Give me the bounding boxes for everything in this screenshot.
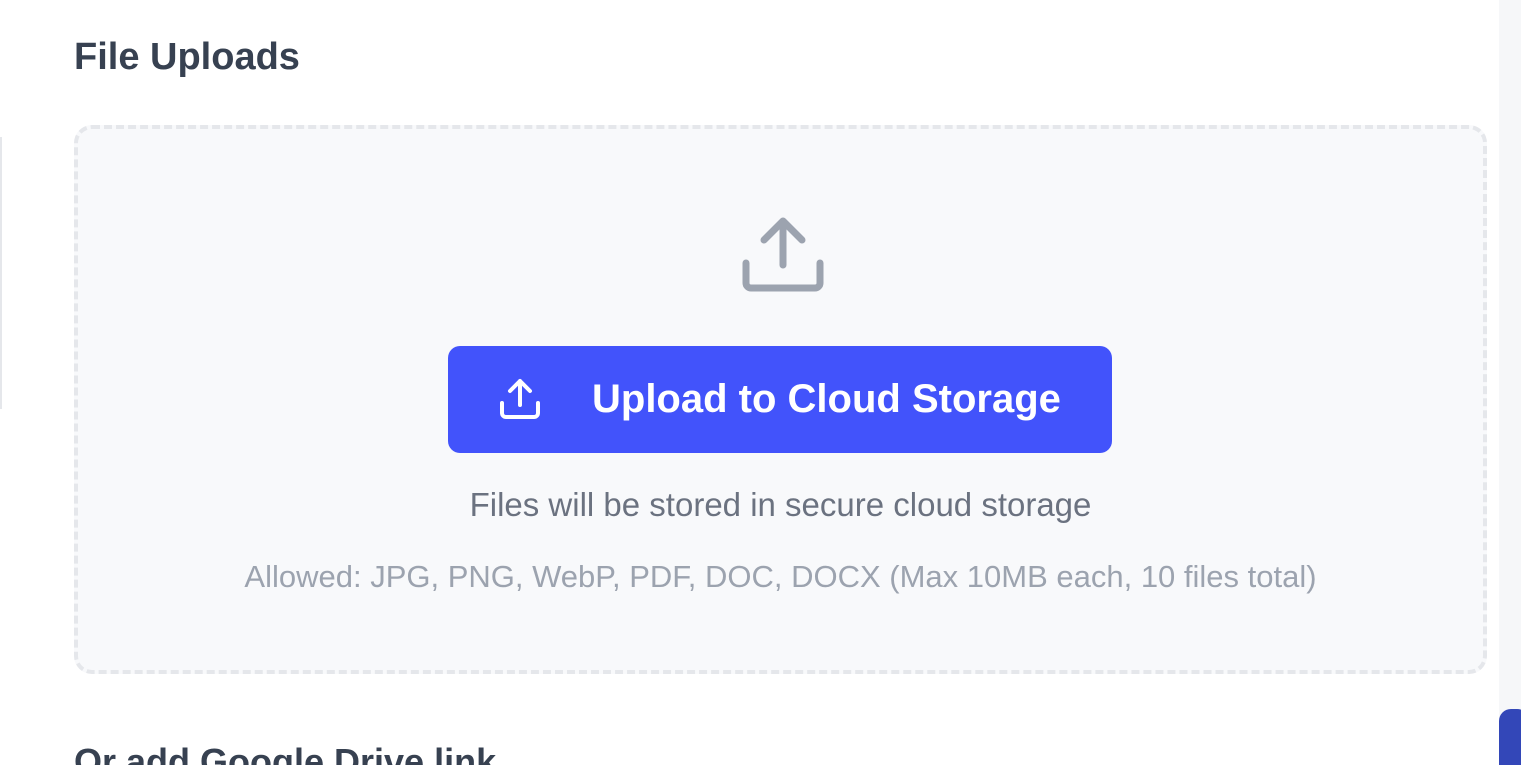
page: File Uploads Upload to Cloud Storage Fil…: [0, 0, 1521, 765]
upload-to-cloud-button[interactable]: Upload to Cloud Storage: [448, 346, 1112, 453]
section-title: File Uploads: [74, 36, 300, 78]
scrollbar-thumb[interactable]: [1499, 709, 1521, 765]
scrollbar-track[interactable]: [1499, 0, 1521, 765]
upload-icon: [500, 379, 540, 419]
file-dropzone[interactable]: Upload to Cloud Storage Files will be st…: [74, 125, 1487, 674]
left-panel-edge: [0, 137, 2, 409]
upload-tray-icon: [742, 217, 824, 292]
allowed-file-types: Allowed: JPG, PNG, WebP, PDF, DOC, DOCX …: [244, 559, 1317, 594]
google-drive-link-heading: Or add Google Drive link: [74, 741, 497, 765]
secure-storage-note: Files will be stored in secure cloud sto…: [469, 486, 1092, 523]
upload-button-label: Upload to Cloud Storage: [592, 377, 1061, 421]
